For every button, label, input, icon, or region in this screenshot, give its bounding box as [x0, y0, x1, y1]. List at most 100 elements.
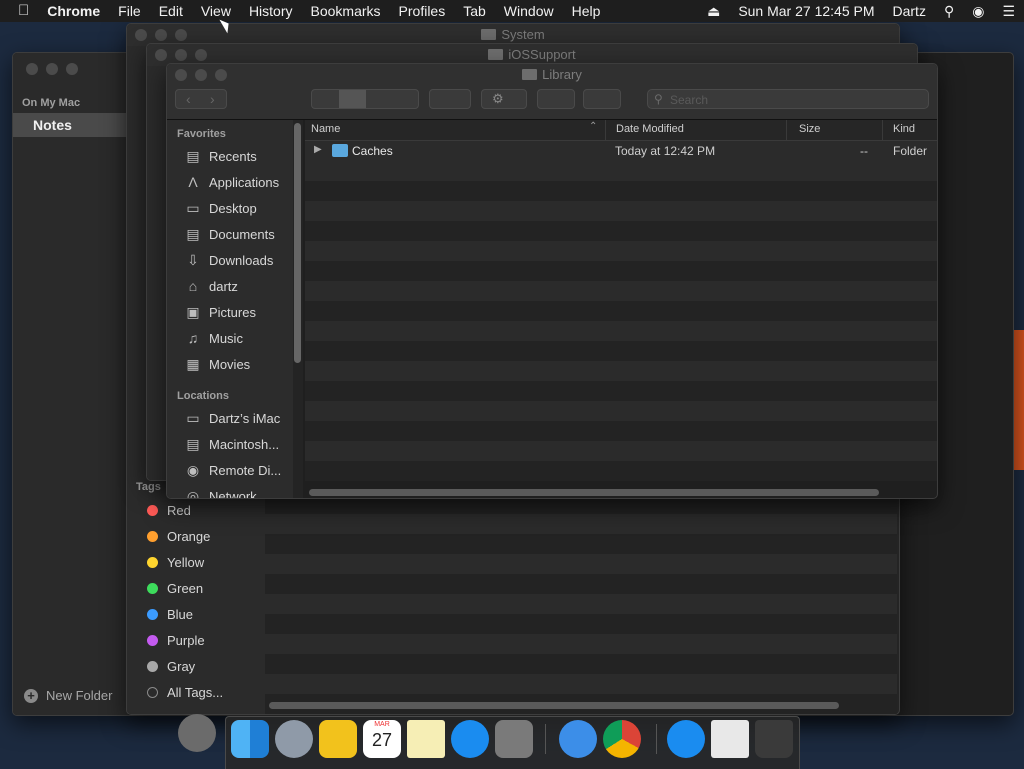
tag-green[interactable]: Green: [147, 575, 265, 601]
sidebar-item-remote-disc[interactable]: ◉ Remote Di...: [184, 457, 293, 483]
sidebar-item-movies[interactable]: ▦ Movies: [184, 351, 293, 377]
menu-window[interactable]: Window: [495, 0, 563, 22]
trash-icon[interactable]: [755, 720, 793, 758]
back-arrow-icon[interactable]: ‹: [186, 90, 191, 108]
share-button[interactable]: [537, 89, 575, 109]
menu-edit[interactable]: Edit: [150, 0, 192, 22]
apple-menu-icon[interactable]: : [0, 0, 38, 22]
column-date-modified[interactable]: Date Modified: [616, 123, 684, 135]
user-avatar[interactable]: [178, 714, 216, 752]
view-mode-control[interactable]: [311, 89, 419, 109]
column-size[interactable]: Size: [799, 123, 820, 135]
menu-view[interactable]: View: [192, 0, 240, 22]
column-name[interactable]: Name: [311, 123, 340, 135]
group-by-button[interactable]: [429, 89, 471, 109]
sidebar-item-downloads[interactable]: ⇩ Downloads: [184, 247, 293, 273]
close-button[interactable]: [26, 63, 38, 75]
sidebar-item-network[interactable]: ◎ Network: [184, 483, 293, 499]
sidebar-item-documents[interactable]: ▤ Documents: [184, 221, 293, 247]
tags-header: Tags: [136, 481, 161, 493]
icon-view-icon[interactable]: [312, 90, 339, 108]
zoom-button[interactable]: [195, 49, 207, 61]
menu-bookmarks[interactable]: Bookmarks: [302, 0, 390, 22]
sidebar-item-home[interactable]: ⌂ dartz: [184, 273, 293, 299]
zoom-button[interactable]: [175, 29, 187, 41]
window-icon[interactable]: [973, 52, 995, 53]
spotlight-icon[interactable]: ⚲: [935, 0, 963, 22]
notes-app-icon[interactable]: [407, 720, 445, 758]
horizontal-scrollbar[interactable]: [269, 702, 839, 709]
sidebar-item-music[interactable]: ♫ Music: [184, 325, 293, 351]
system-preferences-icon[interactable]: [495, 720, 533, 758]
sidebar-item-macintosh-hd[interactable]: ▤ Macintosh...: [184, 431, 293, 457]
finder-icon[interactable]: [231, 720, 269, 758]
close-button[interactable]: [175, 69, 187, 81]
menu-help[interactable]: Help: [563, 0, 610, 22]
taxi-icon[interactable]: [319, 720, 357, 758]
user-menu[interactable]: Dartz: [884, 0, 935, 22]
close-button[interactable]: [135, 29, 147, 41]
share-icon[interactable]: [918, 53, 958, 61]
tag-all[interactable]: All Tags...: [147, 679, 265, 705]
safari-icon[interactable]: [559, 720, 597, 758]
remote-disc-icon: ◉: [186, 461, 200, 478]
tag-blue[interactable]: Blue: [147, 601, 265, 627]
pictures-icon: ▣: [186, 303, 200, 320]
horizontal-scrollbar[interactable]: [309, 489, 879, 496]
menu-profiles[interactable]: Profiles: [390, 0, 455, 22]
menu-history[interactable]: History: [240, 0, 302, 22]
app-store-icon[interactable]: [451, 720, 489, 758]
tag-purple[interactable]: Purple: [147, 627, 265, 653]
notification-center-icon[interactable]: ☰: [993, 0, 1024, 22]
tag-orange[interactable]: Orange: [147, 523, 265, 549]
minimize-button[interactable]: [195, 69, 207, 81]
menu-tab[interactable]: Tab: [454, 0, 495, 22]
tag-red[interactable]: Red: [147, 497, 265, 523]
sidebar-item-desktop[interactable]: ▭ Desktop: [184, 195, 293, 221]
network-icon: ◎: [186, 487, 200, 499]
notes-folder-selected[interactable]: Notes: [13, 113, 128, 137]
clock[interactable]: Sun Mar 27 12:45 PM: [729, 0, 883, 22]
tag-gray[interactable]: Gray: [147, 653, 265, 679]
new-folder-label: New Folder: [46, 688, 113, 703]
column-view-icon[interactable]: [366, 90, 393, 108]
action-gear-button[interactable]: ⚙: [481, 89, 527, 109]
chrome-icon[interactable]: [603, 720, 641, 758]
column-divider: [882, 120, 883, 140]
back-forward-control[interactable]: ‹ ›: [175, 89, 227, 109]
sidebar-item-applications[interactable]: Λ Applications: [184, 169, 293, 195]
calendar-icon[interactable]: MAR 27: [363, 720, 401, 758]
eject-icon[interactable]: ⏏: [698, 0, 729, 22]
file-list: ▶ Caches Today at 12:42 PM -- Folder: [305, 141, 937, 489]
tag-button[interactable]: [583, 89, 621, 109]
list-view-icon[interactable]: [339, 90, 366, 108]
menu-app-chrome[interactable]: Chrome: [38, 0, 109, 22]
column-headers: Name ⌃ Date Modified Size Kind: [305, 120, 937, 141]
notes-section-header: On My Mac: [22, 97, 81, 109]
app-store-folder-icon[interactable]: [667, 720, 705, 758]
column-kind[interactable]: Kind: [893, 123, 915, 135]
forward-arrow-icon[interactable]: ›: [210, 90, 215, 108]
sidebar-item-recents[interactable]: ▤ Recents: [184, 143, 293, 169]
minimize-button[interactable]: [46, 63, 58, 75]
minimize-button[interactable]: [155, 29, 167, 41]
sidebar-item-imac[interactable]: ▭ Dartz’s iMac: [184, 405, 293, 431]
sidebar-item-pictures[interactable]: ▣ Pictures: [184, 299, 293, 325]
siri-icon[interactable]: ◉: [963, 0, 993, 22]
tags-list: Red Orange Yellow Green Blue Purple Gray…: [147, 497, 265, 705]
documents-stack-icon[interactable]: [711, 720, 749, 758]
zoom-button[interactable]: [215, 69, 227, 81]
search-field[interactable]: ⚲ Search: [647, 89, 929, 109]
folder-icon: [332, 144, 348, 157]
menu-file[interactable]: File: [109, 0, 150, 22]
tag-yellow[interactable]: Yellow: [147, 549, 265, 575]
table-row[interactable]: ▶ Caches Today at 12:42 PM -- Folder: [305, 141, 937, 161]
close-button[interactable]: [155, 49, 167, 61]
sidebar-scrollbar[interactable]: [294, 123, 301, 363]
new-folder-button[interactable]: + New Folder: [24, 688, 112, 703]
disclosure-triangle-icon[interactable]: ▶: [314, 144, 322, 155]
zoom-button[interactable]: [66, 63, 78, 75]
minimize-button[interactable]: [175, 49, 187, 61]
launchpad-icon[interactable]: [275, 720, 313, 758]
gallery-view-icon[interactable]: [393, 90, 420, 108]
